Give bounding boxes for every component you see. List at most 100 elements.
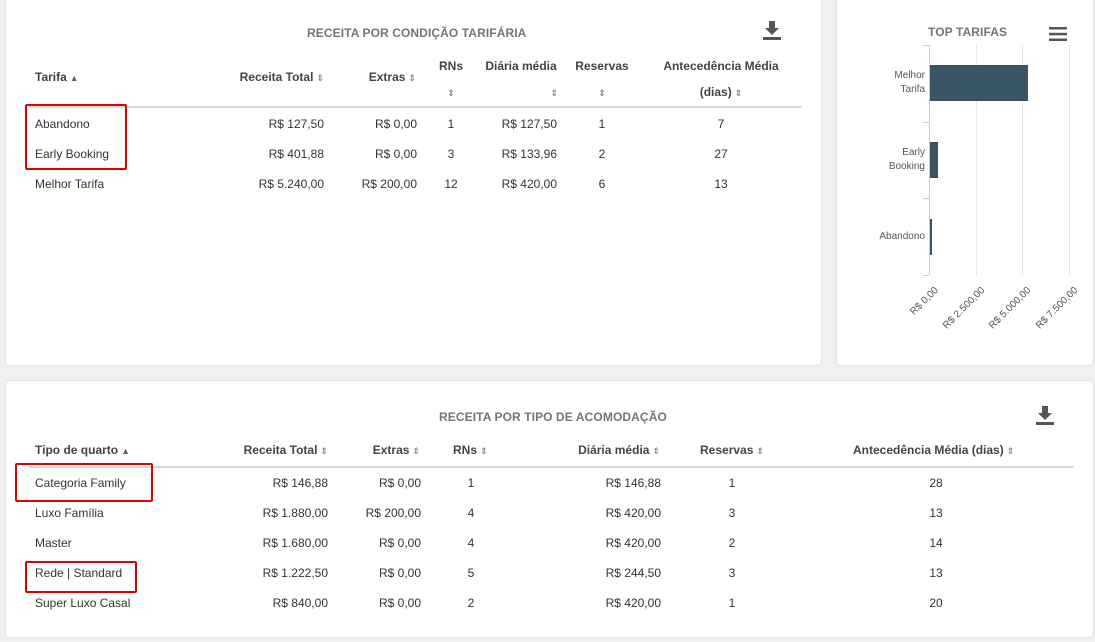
sort-icon: ⇕: [652, 446, 660, 456]
cell-rns: 4: [467, 536, 475, 550]
download-icon[interactable]: [1034, 404, 1056, 426]
sort-icon: ⇕: [756, 446, 764, 456]
th-antecedencia[interactable]: Antecedência Média (dias) ⇕: [853, 442, 1014, 459]
th-reservas[interactable]: Reservas ⇕: [700, 442, 764, 459]
th-tipo-quarto[interactable]: Tipo de quarto ▲: [35, 442, 130, 459]
th-rns[interactable]: RNs ⇕: [453, 442, 488, 459]
cell-receita: R$ 1.680,00: [262, 536, 328, 550]
th-reservas[interactable]: Reservas ⇕: [572, 58, 632, 101]
acomod-card: RECEITA POR TIPO DE ACOMODAÇÃO Tipo de q…: [5, 380, 1094, 638]
chart-category-label-line: Tarifa: [900, 84, 925, 95]
th-reservas-label: Reservas: [700, 443, 754, 457]
header-divider: [29, 466, 1074, 468]
cell-rns: 2: [467, 596, 475, 610]
tarifa-card-title: RECEITA POR CONDIÇÃO TARIFÁRIA: [307, 26, 527, 40]
sort-asc-icon: ▲: [121, 446, 131, 456]
th-rns-label: RNs: [453, 443, 478, 457]
cell-rns: 1: [467, 476, 475, 490]
cell-antecedencia: 20: [929, 596, 943, 610]
chart-x-tick-label: R$ 0,00: [908, 285, 941, 318]
chart-x-tick-label: R$ 7.500,00: [1033, 285, 1081, 332]
cell-diaria: R$ 127,50: [501, 117, 557, 131]
chart-category-label-line: Early: [902, 147, 925, 158]
sort-icon: ⇕: [320, 446, 328, 456]
chart-gridline: [1069, 45, 1070, 275]
th-rns-label: RNs: [438, 59, 463, 73]
header-divider: [29, 106, 802, 108]
th-tarifa-label: Tarifa: [35, 70, 67, 84]
cell-antecedencia: 28: [929, 476, 943, 490]
th-receita-total-label: Receita Total: [243, 443, 318, 457]
cell-tipo: Luxo Família: [35, 506, 104, 520]
cell-reservas: 6: [598, 177, 606, 191]
cell-rns: 3: [447, 147, 455, 161]
chart-x-tick-label: R$ 2.500,00: [940, 285, 988, 332]
download-icon[interactable]: [761, 19, 783, 41]
cell-rns: 4: [467, 506, 475, 520]
cell-receita: R$ 401,88: [268, 147, 324, 161]
cell-extras: R$ 0,00: [378, 566, 421, 580]
cell-antecedencia: 14: [929, 536, 943, 550]
chart-category-tick: [923, 198, 929, 199]
acomod-card-title: RECEITA POR TIPO DE ACOMODAÇÃO: [439, 410, 667, 424]
cell-diaria: R$ 244,50: [605, 566, 661, 580]
cell-antecedencia: 13: [714, 177, 728, 191]
th-diaria-media[interactable]: Diária média ⇕: [484, 58, 558, 101]
th-extras[interactable]: Extras ⇕: [336, 69, 416, 86]
th-diaria-media[interactable]: Diária média ⇕: [546, 442, 660, 459]
sort-icon: ⇕: [408, 73, 416, 83]
th-diaria-media-label: Diária média: [485, 59, 557, 73]
chart-category-label: Melhor Tarifa: [847, 69, 925, 97]
sort-icon: ⇕: [598, 88, 606, 98]
cell-antecedencia: 27: [714, 147, 728, 161]
chart-x-tick-label: R$ 5.000,00: [986, 285, 1034, 332]
sort-icon: ⇕: [550, 88, 558, 98]
cell-receita: R$ 5.240,00: [258, 177, 324, 191]
cell-extras: R$ 0,00: [378, 536, 421, 550]
chart-bar[interactable]: [930, 65, 1028, 101]
cell-reservas: 3: [728, 566, 736, 580]
cell-receita: R$ 127,50: [268, 117, 324, 131]
cell-reservas: 3: [728, 506, 736, 520]
cell-diaria: R$ 133,96: [501, 147, 557, 161]
cell-rns: 1: [447, 117, 455, 131]
tarifa-card: RECEITA POR CONDIÇÃO TARIFÁRIA Tarifa ▲ R…: [5, 0, 822, 366]
cell-extras: R$ 0,00: [378, 476, 421, 490]
cell-receita: R$ 1.222,50: [262, 566, 328, 580]
cell-extras: R$ 0,00: [378, 596, 421, 610]
th-tarifa[interactable]: Tarifa ▲: [35, 69, 79, 86]
sort-icon: ⇕: [480, 446, 488, 456]
chart-category-label-line: Melhor: [894, 70, 925, 81]
sort-icon: ⇕: [316, 73, 324, 83]
chart-category-label-line: Abandono: [879, 231, 925, 242]
th-antecedencia[interactable]: Antecedência Média (dias) ⇕: [656, 58, 786, 101]
cell-antecedencia: 13: [929, 566, 943, 580]
chart-category-label: Early Booking: [847, 146, 925, 174]
cell-tipo: Super Luxo Casal: [35, 596, 131, 610]
th-rns[interactable]: RNs ⇕: [426, 58, 476, 101]
highlight-box: [25, 561, 137, 593]
cell-extras: R$ 0,00: [374, 117, 417, 131]
sort-asc-icon: ▲: [69, 73, 79, 83]
th-extras[interactable]: Extras ⇕: [340, 442, 420, 459]
cell-tipo: Master: [35, 536, 72, 550]
sort-icon: ⇕: [1006, 446, 1015, 456]
chart-bar[interactable]: [930, 219, 932, 255]
cell-reservas: 1: [728, 596, 736, 610]
chart-bar[interactable]: [930, 142, 938, 178]
highlight-box: [15, 463, 153, 502]
cell-receita: R$ 1.880,00: [262, 506, 328, 520]
th-receita-total[interactable]: Receita Total ⇕: [206, 69, 324, 86]
cell-tarifa: Melhor Tarifa: [35, 177, 105, 191]
cell-diaria: R$ 146,88: [605, 476, 661, 490]
cell-extras: R$ 0,00: [374, 147, 417, 161]
cell-diaria: R$ 420,00: [501, 177, 557, 191]
cell-rns: 5: [467, 566, 475, 580]
th-receita-total[interactable]: Receita Total ⇕: [206, 442, 328, 459]
sort-icon: ⇕: [734, 88, 743, 98]
highlight-box: [25, 104, 127, 170]
top-tarifas-card: TOP TARIFAS Melhor Tarifa Early Booking Aban…: [836, 0, 1094, 366]
cell-reservas: 2: [728, 536, 736, 550]
cell-rns: 12: [444, 177, 458, 191]
th-extras-label: Extras: [368, 70, 406, 84]
